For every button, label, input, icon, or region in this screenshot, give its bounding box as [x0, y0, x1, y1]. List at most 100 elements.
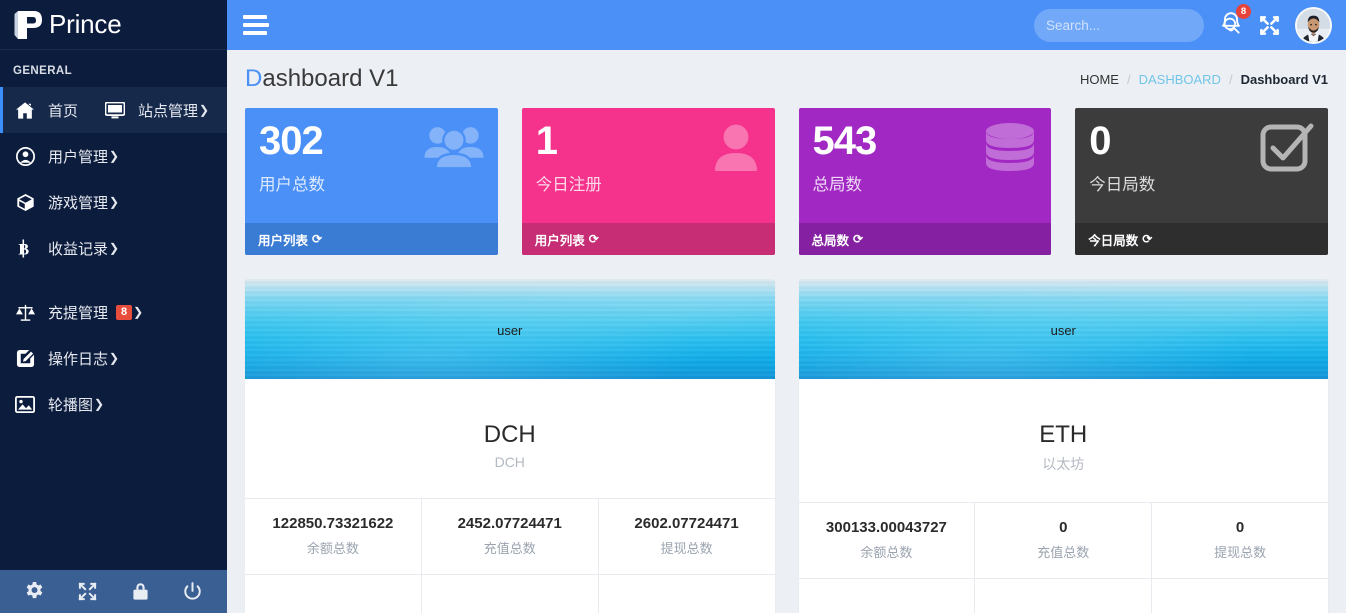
- stat-card-today-games[interactable]: 0 今日局数 今日局数 ⟳: [1075, 108, 1328, 255]
- coin-stat-balance: 122850.73321622 余额总数: [245, 499, 422, 574]
- coin-stat-placeholder: [799, 579, 976, 613]
- stat-card-body: 0 今日局数: [1075, 108, 1328, 223]
- coin-stat-value: 300133.00043727: [825, 519, 947, 536]
- user-single-icon: [710, 122, 762, 179]
- stat-card-today-register[interactable]: 1 今日注册 用户列表 ⟳: [521, 108, 775, 255]
- lock-icon[interactable]: [132, 582, 149, 601]
- sidebar-item-deposit-withdraw[interactable]: 充提管理 8 ❯: [0, 289, 227, 335]
- coin-stats-row: 300133.00043727 余额总数 0 充值总数 0 提现总数: [798, 502, 1328, 578]
- stat-link-label: 总局数: [811, 233, 850, 248]
- sidebar-footer-toolbar: [0, 570, 227, 613]
- coin-stats-row-next: [245, 574, 775, 613]
- coin-stat-label: 充值总数: [1037, 545, 1090, 560]
- sidebar-item-revenue-log-label: 收益记录: [48, 240, 109, 258]
- coin-stat-placeholder: [422, 575, 599, 613]
- sidebar-badge-count: 8: [116, 304, 133, 320]
- stat-card-link[interactable]: 用户列表 ⟳: [521, 223, 775, 255]
- coin-banner-image: user: [798, 279, 1328, 379]
- stat-card-body: 302 用户总数: [245, 108, 498, 223]
- coin-stat-value: 2452.07724471: [457, 515, 562, 532]
- coin-stat-placeholder: [975, 579, 1153, 613]
- coin-card-dch: user DCH DCH 122850.73321622 余额总数 2452.0…: [245, 279, 775, 613]
- coin-stat-value: 0: [1059, 519, 1068, 536]
- fullscreen-button[interactable]: [1258, 14, 1281, 37]
- coin-subtitle: 以太坊: [1042, 456, 1085, 472]
- sidebar-item-game-management[interactable]: 游戏管理 ❯: [0, 179, 227, 225]
- breadcrumb: HOME / DASHBOARD / Dashboard V1: [1080, 72, 1328, 87]
- breadcrumb-dashboard[interactable]: DASHBOARD: [1139, 72, 1221, 87]
- sidebar-item-carousel[interactable]: 轮播图 ❯: [0, 381, 227, 427]
- sidebar-item-site-management[interactable]: 站点管理 ❯: [103, 87, 209, 133]
- power-icon[interactable]: [183, 582, 202, 601]
- coin-stat-placeholder: [1152, 579, 1328, 613]
- stat-card-total-games[interactable]: 543 总局数 总局数 ⟳: [798, 108, 1052, 255]
- coin-stats-row: 122850.73321622 余额总数 2452.07724471 充值总数 …: [245, 498, 775, 574]
- breadcrumb-separator: /: [1126, 71, 1131, 87]
- top-navbar: 8: [227, 0, 1346, 50]
- avatar[interactable]: [1295, 6, 1332, 44]
- page-title-rest: ashboard V1: [262, 65, 399, 92]
- breadcrumb-home[interactable]: HOME: [1080, 72, 1119, 87]
- bitcoin-icon: B: [13, 238, 37, 258]
- coin-stat-placeholder: [599, 575, 775, 613]
- sidebar-item-home-label: 首页: [48, 102, 79, 120]
- stat-link-label: 用户列表: [534, 233, 585, 248]
- sidebar-item-site-management-label: 站点管理: [138, 102, 199, 120]
- coin-stat-balance: 300133.00043727 余额总数: [799, 503, 976, 578]
- user-circle-icon: [13, 146, 37, 166]
- gear-icon[interactable]: [25, 582, 44, 601]
- arrow-circle-right-icon: ⟳: [853, 232, 864, 246]
- coin-stat-deposit: 0 充值总数: [975, 503, 1153, 578]
- chevron-right-icon: ❯: [199, 103, 210, 117]
- coin-stats-row-next: [798, 578, 1328, 613]
- chevron-right-icon: ❯: [109, 241, 120, 255]
- coin-stat-label: 提现总数: [1214, 545, 1267, 560]
- page-content: Dashboard V1 HOME / DASHBOARD / Dashboar…: [227, 50, 1346, 613]
- main-area: 8: [227, 0, 1346, 613]
- search-box[interactable]: [1034, 8, 1240, 42]
- page-header: Dashboard V1 HOME / DASHBOARD / Dashboar…: [243, 50, 1330, 108]
- hamburger-icon[interactable]: [243, 11, 273, 39]
- page-title-first-letter: D: [245, 65, 263, 92]
- coin-card-eth: user ETH 以太坊 300133.00043727 余额总数 0 充值总数…: [798, 279, 1328, 613]
- stat-cards-row: 302 用户总数 用户列表 ⟳ 1 今日注册 用户列表 ⟳ 543 总局数 总局…: [243, 108, 1330, 255]
- coin-stat-placeholder: [245, 575, 422, 613]
- topbar-actions: 8: [1034, 4, 1332, 44]
- prince-p-logo-icon: [14, 8, 44, 42]
- sidebar-item-carousel-label: 轮播图: [48, 396, 94, 414]
- brand-name: Prince: [49, 9, 122, 39]
- chevron-right-icon: ❯: [109, 149, 120, 163]
- coin-stat-label: 余额总数: [860, 545, 913, 560]
- sidebar-item-user-management[interactable]: 用户管理 ❯: [0, 133, 227, 179]
- search-input[interactable]: [1046, 17, 1223, 33]
- stat-link-label: 今日局数: [1088, 233, 1139, 248]
- stat-card-link[interactable]: 总局数 ⟳: [798, 223, 1052, 255]
- sidebar-item-operation-log[interactable]: 操作日志 ❯: [0, 335, 227, 381]
- notifications-button[interactable]: 8: [1218, 4, 1251, 41]
- stat-card-link[interactable]: 用户列表 ⟳: [245, 223, 498, 255]
- sidebar: Prince GENERAL 首页 站点管理 ❯ 用户管理 ❯ 游戏管理 ❯ 收…: [0, 0, 227, 613]
- sidebar-item-revenue-log[interactable]: B 收益记录 ❯: [0, 225, 227, 271]
- users-group-icon: [423, 122, 485, 179]
- brand-logo[interactable]: Prince: [0, 0, 227, 50]
- coin-title-block: DCH DCH: [245, 379, 775, 498]
- stat-card-body: 543 总局数: [799, 108, 1052, 223]
- stat-card-link[interactable]: 今日局数 ⟳: [1075, 223, 1328, 255]
- arrow-circle-right-icon: ⟳: [588, 232, 599, 246]
- coin-stat-withdraw: 2602.07724471 提现总数: [599, 499, 775, 574]
- coin-stat-withdraw: 0 提现总数: [1152, 503, 1328, 578]
- expand-arrows-icon[interactable]: [78, 582, 97, 601]
- coin-stat-deposit: 2452.07724471 充值总数: [422, 499, 599, 574]
- coin-banner-caption: user: [1050, 323, 1076, 338]
- coin-stat-label: 余额总数: [306, 541, 359, 556]
- arrow-circle-right-icon: ⟳: [312, 232, 323, 246]
- chevron-right-icon: ❯: [133, 305, 144, 319]
- chevron-right-icon: ❯: [94, 397, 105, 411]
- sidebar-item-home[interactable]: 首页 站点管理 ❯: [0, 87, 227, 133]
- stat-card-total-users[interactable]: 302 用户总数 用户列表 ⟳: [245, 108, 498, 255]
- chevron-right-icon: ❯: [109, 351, 120, 365]
- edit-square-icon: [13, 349, 37, 368]
- image-icon: [13, 395, 37, 413]
- breadcrumb-separator: /: [1228, 71, 1233, 87]
- coin-banner-image: user: [245, 279, 775, 379]
